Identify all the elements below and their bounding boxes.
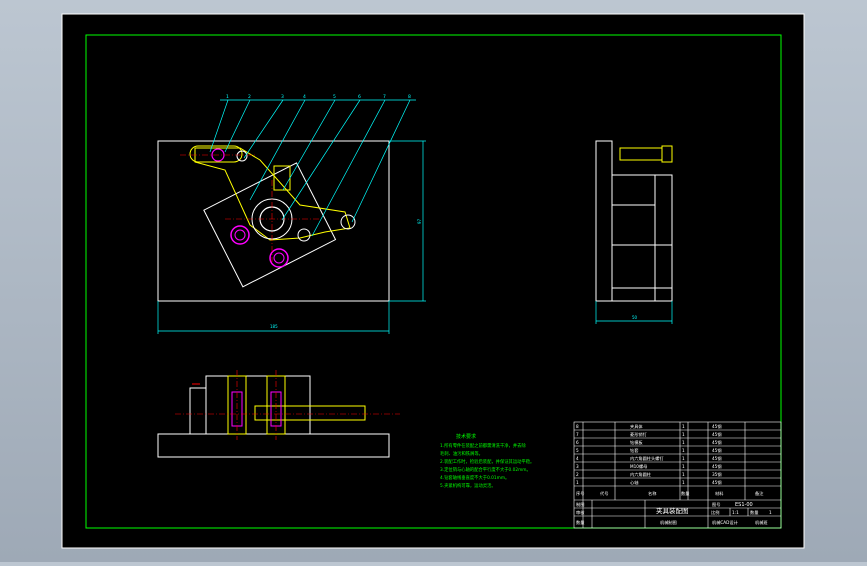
bom-row-name: 内六角圆柱	[630, 471, 652, 478]
balloon-4: 4	[303, 94, 306, 100]
footer-right-b: 机械班	[755, 519, 768, 526]
balloon-5: 5	[333, 94, 336, 100]
dim-side-text: 50	[632, 315, 638, 320]
bom-row-material: 45钢	[712, 479, 722, 486]
qty-value: 1	[769, 510, 772, 515]
bom-row-material: 45钢	[712, 423, 722, 430]
balloon-8: 8	[408, 94, 411, 100]
note-3: 3.定位销与心轴的配合平行度不大于0.02mm。	[440, 466, 531, 473]
bom-row-material: 45钢	[712, 447, 722, 454]
balloon-3: 3	[281, 94, 284, 100]
notes-title: 技术要求	[456, 433, 476, 440]
dim-width-text: 185	[270, 324, 278, 329]
bom-row-qty: 1	[682, 464, 685, 469]
bom-header-material: 材料	[715, 490, 724, 497]
bom-row-name: 内六角圆柱头螺钉	[630, 455, 664, 462]
drawing-sheet	[61, 13, 805, 549]
bom-row-material: 45钢	[712, 455, 722, 462]
bom-row-name: 菱形销钉	[630, 431, 648, 438]
drawing-canvas: 1 2 3 4 5 6 7 8 185 97 50 技术要求 1.所有零件在装配…	[61, 13, 805, 549]
label-scale: 比例	[711, 509, 719, 516]
bom-header-qty: 数量	[681, 490, 689, 497]
label-qty: 数量	[750, 509, 758, 516]
bom-header-name: 名称	[648, 490, 656, 497]
bom-row-qty: 1	[682, 440, 685, 445]
balloon-2: 2	[248, 94, 251, 100]
bom-row-name: 夹具体	[630, 423, 643, 430]
bom-row-no: 1	[576, 480, 579, 485]
bom-header-code: 代号	[600, 490, 608, 497]
bom-row-qty: 1	[682, 480, 685, 485]
note-4: 4.钻套轴线垂直度不大于0.01mm。	[440, 474, 509, 481]
bom-header-no: 序号	[576, 490, 584, 497]
note-1b: 毛刺、油污和铁屑等。	[440, 450, 483, 457]
bom-row-material: 45钢	[712, 439, 722, 446]
dim-height-text: 97	[417, 218, 422, 224]
bom-row-no: 3	[576, 464, 579, 469]
bom-row-qty: 1	[682, 424, 685, 429]
bom-row-no: 4	[576, 456, 579, 461]
drawing-title: 夹具装配图	[656, 506, 689, 515]
bom-row-material: 45钢	[712, 463, 722, 470]
bom-row-no: 5	[576, 448, 579, 453]
bom-row-qty: 1	[682, 432, 685, 437]
bom-row-name: 钻套	[630, 447, 639, 454]
drawing-number: ES1-00	[735, 502, 753, 508]
bom-row-no: 2	[576, 472, 579, 477]
bom-row-qty: 1	[682, 472, 685, 477]
bom-row-no: 6	[576, 440, 579, 445]
note-2: 2.装配工作时，检验后装配，并保证其运动平稳。	[440, 458, 534, 465]
label-dept: 数量	[576, 519, 584, 526]
bom-row-material: 45钢	[712, 431, 722, 438]
bom-row-name: M10螺母	[630, 463, 647, 470]
bom-row-material: 35钢	[712, 471, 722, 478]
footer-center: 机械制图	[660, 519, 677, 526]
cad-viewport[interactable]: 1 2 3 4 5 6 7 8 185 97 50 技术要求 1.所有零件在装配…	[0, 0, 867, 562]
scale-value: 1:1	[732, 510, 739, 515]
bom-row-no: 8	[576, 424, 579, 429]
bom-row-qty: 1	[682, 448, 685, 453]
footer-right-a: 机械CAD设计	[712, 519, 738, 526]
bom-row-name: 心轴	[630, 479, 638, 486]
balloon-1: 1	[226, 94, 229, 100]
note-1: 1.所有零件在装配之前都需清洗干净，并去除	[440, 442, 526, 449]
bom-row-qty: 1	[682, 456, 685, 461]
balloon-7: 7	[383, 94, 386, 100]
label-check: 审核	[576, 509, 585, 516]
balloon-6: 6	[358, 94, 361, 100]
note-5: 5.夹紧机构可靠，运动灵活。	[440, 482, 496, 489]
bom-header-remark: 备注	[755, 490, 764, 497]
label-draw: 制图	[576, 501, 584, 508]
bom-row-no: 7	[576, 432, 579, 437]
bom-row-name: 钻模板	[630, 439, 643, 446]
